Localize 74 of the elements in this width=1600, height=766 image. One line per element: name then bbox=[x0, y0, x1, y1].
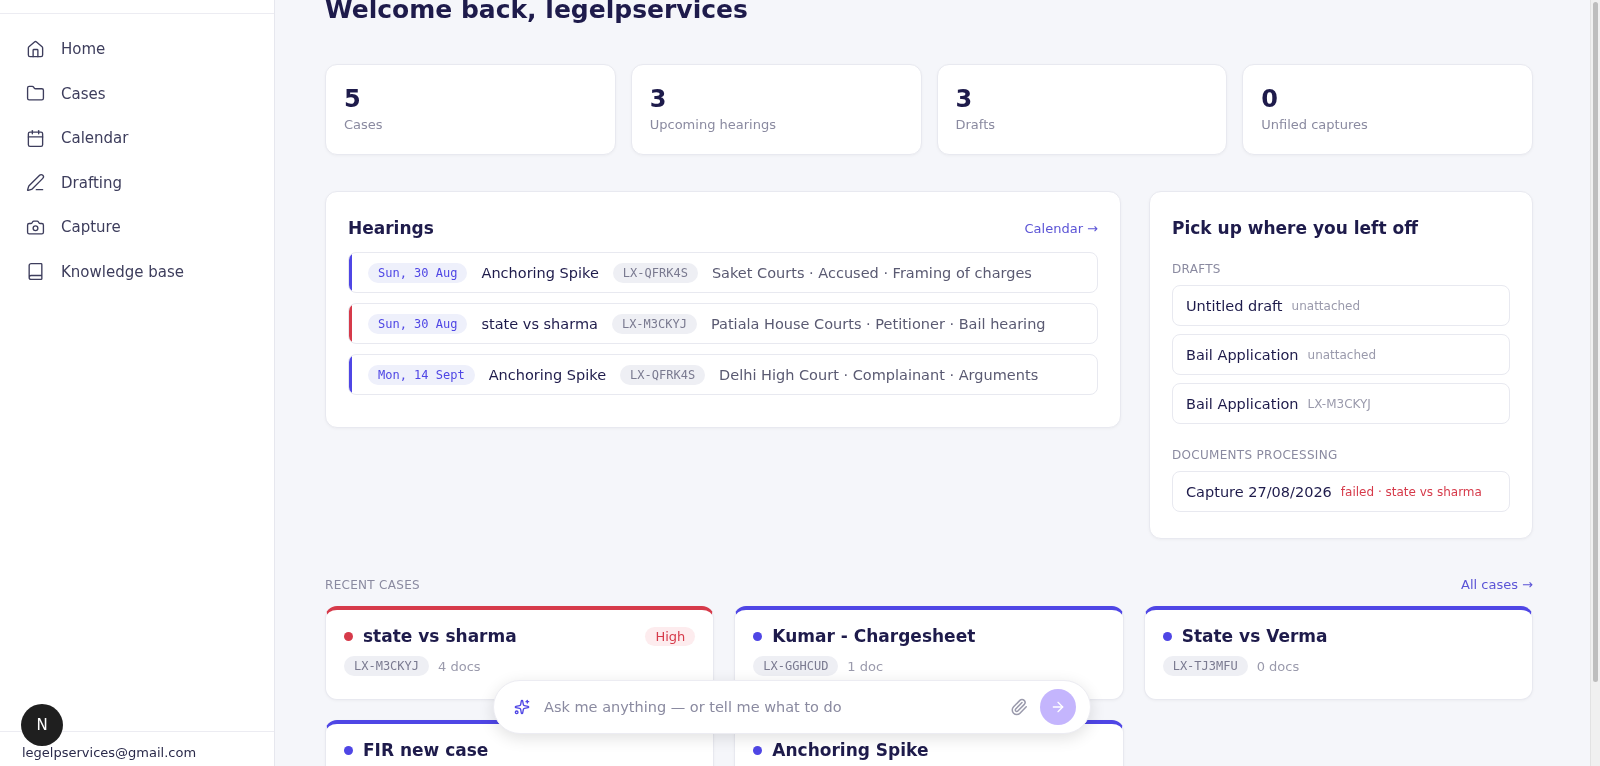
stat-value: 5 bbox=[344, 85, 362, 113]
hearing-details: Patiala House Courts · Petitioner · Bail hearing bbox=[710, 315, 1046, 332]
case-code: LX-QFRK4S bbox=[620, 364, 706, 385]
stat-label: Unfiled captures bbox=[1261, 117, 1369, 132]
hearing-details: Saket Courts · Accused · Framing of charges bbox=[711, 264, 1032, 281]
draft-item[interactable]: Bail Application unattached bbox=[1172, 334, 1510, 375]
draft-meta: LX-M3CKYJ bbox=[1307, 396, 1371, 411]
nav-item[interactable]: Knowledge base bbox=[0, 251, 274, 292]
sparkle-icon bbox=[514, 699, 530, 715]
doc-count: 1 doc bbox=[847, 658, 884, 674]
nav-item[interactable]: Home bbox=[0, 29, 274, 69]
case-name: Anchoring Spike bbox=[481, 264, 599, 281]
date-chip: Sun, 30 Aug bbox=[368, 262, 468, 283]
stat-value: 3 bbox=[649, 85, 668, 113]
stat-label: Cases bbox=[344, 117, 384, 132]
section-label: DRAFTS bbox=[1172, 262, 1222, 276]
send-button[interactable] bbox=[1040, 689, 1076, 725]
hearing-details: Delhi High Court · Complainant · Arguments bbox=[719, 366, 1039, 383]
arrow-icon bbox=[1050, 699, 1066, 715]
case-name: Kumar - Chargesheet bbox=[772, 626, 977, 646]
draft-meta: unattached bbox=[1307, 347, 1377, 362]
floating-assistant-dialog[interactable]: Ask me anything — or tell me what to do bbox=[493, 680, 1091, 734]
stat-label: Drafts bbox=[955, 117, 997, 132]
case-code: LX-GGHCUD bbox=[753, 656, 839, 676]
draft-title: Bail Application bbox=[1186, 395, 1299, 412]
case-name: Anchoring Spike bbox=[772, 740, 930, 760]
ask-input[interactable]: Ask me anything — or tell me what to do bbox=[542, 698, 998, 716]
document-item[interactable]: Capture 27/08/2026 failed · state vs sharma bbox=[1172, 471, 1510, 512]
nav-item[interactable]: Calendar bbox=[0, 118, 274, 158]
folder-icon bbox=[26, 84, 45, 103]
draft-title: Untitled draft bbox=[1186, 297, 1283, 314]
case-name: state vs sharma bbox=[481, 315, 598, 332]
draft-title: Bail Application bbox=[1186, 346, 1299, 363]
camera-icon bbox=[26, 217, 45, 237]
scrollbar[interactable] bbox=[1590, 0, 1600, 766]
nav-item[interactable]: Drafting bbox=[0, 162, 274, 203]
section-label: RECENT CASES bbox=[325, 577, 420, 592]
hearing-row[interactable]: Sun, 30 Aug state vs sharma LX-M3CKYJ Patiala House Courts · Petitioner · Bail hearing bbox=[348, 303, 1098, 344]
case-code: LX-TJ3MFU bbox=[1162, 656, 1248, 676]
section-label: DOCUMENTS PROCESSING bbox=[1172, 448, 1339, 462]
case-code: LX-M3CKYJ bbox=[611, 313, 697, 334]
home-icon bbox=[26, 39, 45, 59]
card-title: Pick up where you left off bbox=[1172, 218, 1420, 238]
stat-value: 3 bbox=[955, 85, 974, 113]
stat-value: 0 bbox=[1261, 85, 1279, 113]
priority-tag: High bbox=[645, 626, 696, 646]
case-code: LX-M3CKYJ bbox=[344, 656, 430, 676]
case-name: state vs sharma bbox=[363, 626, 518, 646]
date-chip: Mon, 14 Sept bbox=[368, 364, 475, 385]
calendar-icon bbox=[26, 128, 45, 148]
case-name: Anchoring Spike bbox=[488, 366, 607, 383]
case-name: FIR new case bbox=[363, 740, 490, 760]
case-code: LX-QFRK4S bbox=[612, 262, 698, 283]
case-name: State vs Verma bbox=[1181, 626, 1329, 646]
case-card[interactable]: State vs Verma LX-TJ3MFU 0 docs bbox=[1143, 606, 1533, 700]
card-title: Hearings bbox=[348, 218, 434, 238]
doc-count: 4 docs bbox=[438, 658, 481, 674]
attach-icon[interactable] bbox=[1010, 698, 1028, 716]
date-chip: Sun, 30 Aug bbox=[368, 313, 468, 334]
pen-icon bbox=[26, 173, 45, 192]
nav-item[interactable]: Cases bbox=[0, 73, 274, 114]
document-status: failed · state vs sharma bbox=[1340, 484, 1482, 499]
calendar-link[interactable]: Calendar → bbox=[1024, 220, 1098, 236]
stat-label: Upcoming hearings bbox=[649, 117, 777, 132]
hearing-row[interactable]: Mon, 14 Sept Anchoring Spike LX-QFRK4S Delhi High Court · Complainant · Arguments bbox=[348, 354, 1098, 395]
draft-item[interactable]: Untitled draft unattached bbox=[1172, 285, 1510, 326]
document-title: Capture 27/08/2026 bbox=[1186, 483, 1332, 500]
nav-item[interactable]: Capture bbox=[0, 207, 274, 247]
draft-meta: unattached bbox=[1291, 298, 1361, 313]
hearing-row[interactable]: Sun, 30 Aug Anchoring Spike LX-QFRK4S Saket Courts · Accused · Framing of charges bbox=[348, 252, 1098, 293]
draft-item[interactable]: Bail Application LX-M3CKYJ bbox=[1172, 383, 1510, 424]
doc-count: 0 docs bbox=[1256, 658, 1300, 674]
book-icon bbox=[26, 262, 45, 281]
all-cases-link[interactable]: All cases → bbox=[1461, 577, 1533, 592]
